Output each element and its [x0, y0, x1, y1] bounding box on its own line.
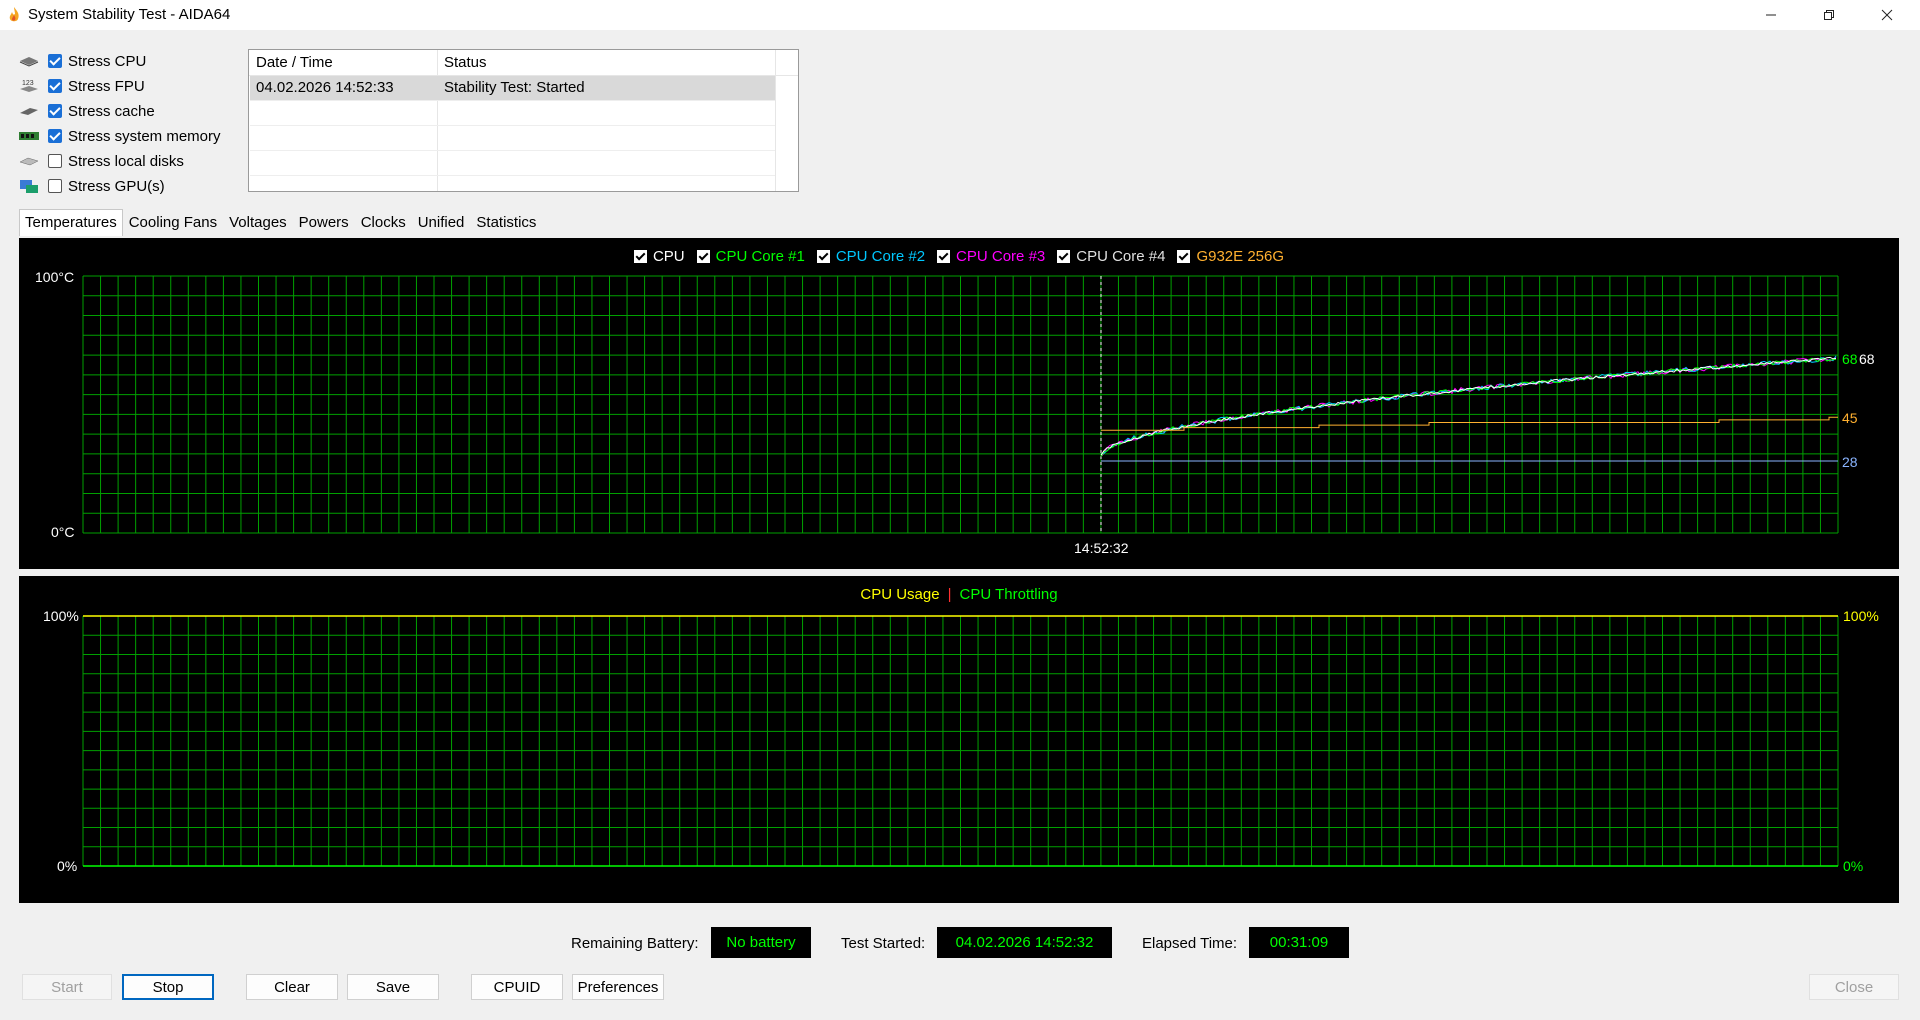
tab-clocks[interactable]: Clocks	[355, 209, 412, 236]
temperature-line	[1100, 356, 1837, 457]
minimize-button[interactable]	[1742, 0, 1800, 30]
temperature-plot: 100°C 0°C 14:52:32 68 68 45 28	[35, 269, 1875, 556]
stress-fpu-checkbox[interactable]	[48, 79, 62, 93]
close-window-button[interactable]	[1858, 0, 1916, 30]
minimize-icon	[1766, 14, 1776, 16]
column-header-status[interactable]: Status	[444, 54, 487, 71]
close-button[interactable]: Close	[1809, 974, 1899, 1000]
stress-gpu-label: Stress GPU(s)	[68, 177, 165, 195]
temperature-line	[1100, 356, 1837, 456]
start-button[interactable]: Start	[22, 974, 112, 1000]
title-bar: System Stability Test - AIDA64	[0, 0, 1920, 30]
end-label-core: 68	[1842, 351, 1858, 367]
tab-voltages[interactable]: Voltages	[223, 209, 293, 236]
restore-icon	[1824, 10, 1834, 20]
end-label-cpu: 68	[1859, 351, 1875, 367]
sensor-tabs: Temperatures Cooling Fans Voltages Power…	[19, 209, 542, 236]
save-button[interactable]: Save	[347, 974, 439, 1000]
stress-gpu-option[interactable]: Stress GPU(s)	[18, 175, 165, 197]
stress-cpu-label: Stress CPU	[68, 52, 147, 70]
log-status: Stability Test: Started	[444, 79, 585, 96]
elapsed-time-value: 00:31:09	[1249, 927, 1349, 958]
table-row	[250, 101, 775, 126]
fpu-icon: 123	[20, 80, 38, 92]
stress-fpu-option[interactable]: 123 Stress FPU	[18, 75, 145, 97]
end-label-min: 28	[1842, 454, 1858, 470]
stress-cache-checkbox[interactable]	[48, 104, 62, 118]
memory-icon	[19, 132, 39, 140]
elapsed-time-label: Elapsed Time:	[1142, 935, 1238, 952]
stress-cpu-option[interactable]: Stress CPU	[18, 50, 146, 72]
temperature-line	[1100, 357, 1837, 457]
tab-cooling-fans[interactable]: Cooling Fans	[123, 209, 223, 236]
status-log-table[interactable]: Date / Time Status 04.02.2026 14:52:33 S…	[248, 49, 799, 192]
y-axis-top-right: 100%	[1843, 608, 1879, 624]
stress-cache-option[interactable]: Stress cache	[18, 100, 155, 122]
y-axis-bottom-right: 0%	[1843, 858, 1863, 874]
stress-cache-label: Stress cache	[68, 102, 155, 120]
time-marker-label: 14:52:32	[1074, 540, 1129, 556]
test-started-label: Test Started:	[841, 935, 926, 952]
table-row	[250, 151, 775, 176]
tab-powers[interactable]: Powers	[293, 209, 355, 236]
table-row	[250, 126, 775, 151]
window-title: System Stability Test - AIDA64	[28, 6, 231, 23]
stress-memory-option[interactable]: Stress system memory	[18, 125, 221, 147]
temperature-line	[1100, 355, 1837, 455]
y-axis-bottom-left: 0%	[57, 858, 77, 874]
flame-icon	[9, 7, 19, 22]
log-datetime: 04.02.2026 14:52:33	[256, 79, 394, 96]
battery-label: Remaining Battery:	[571, 935, 699, 952]
cpu-usage-chart: CPU Usage | CPU Throttling 100% 0% 100% …	[19, 576, 1899, 903]
svg-text:123: 123	[22, 80, 34, 87]
cache-icon	[20, 108, 38, 115]
tab-statistics[interactable]: Statistics	[470, 209, 542, 236]
cpu-icon	[19, 57, 39, 67]
temperature-chart: CPU CPU Core #1 CPU Core #2 CPU Core #3 …	[19, 238, 1899, 569]
end-label-disk: 45	[1842, 410, 1858, 426]
test-started-value: 04.02.2026 14:52:32	[937, 927, 1112, 958]
stress-disks-label: Stress local disks	[68, 152, 184, 170]
y-axis-top-left: 100%	[43, 608, 79, 624]
stress-disks-option[interactable]: Stress local disks	[18, 150, 184, 172]
tab-temperatures[interactable]: Temperatures	[19, 209, 123, 236]
close-icon	[1881, 9, 1893, 21]
usage-grid	[82, 615, 1839, 867]
status-bar: Remaining Battery: No battery Test Start…	[0, 927, 1920, 959]
log-header: Date / Time Status	[249, 50, 798, 76]
column-divider	[775, 50, 776, 191]
temperature-grid	[82, 275, 1839, 534]
y-axis-top-label: 100°C	[35, 269, 74, 285]
gpu-icon	[20, 180, 38, 193]
stress-fpu-label: Stress FPU	[68, 77, 145, 95]
y-axis-bottom-label: 0°C	[51, 524, 75, 540]
stress-memory-label: Stress system memory	[68, 127, 221, 145]
clear-button[interactable]: Clear	[246, 974, 338, 1000]
stress-disks-checkbox[interactable]	[48, 154, 62, 168]
disk-icon	[19, 157, 39, 166]
table-row[interactable]: 04.02.2026 14:52:33 Stability Test: Star…	[250, 76, 775, 101]
stop-button[interactable]: Stop	[122, 974, 214, 1000]
column-header-datetime[interactable]: Date / Time	[256, 54, 333, 71]
tab-unified[interactable]: Unified	[412, 209, 471, 236]
stress-gpu-checkbox[interactable]	[48, 179, 62, 193]
restore-button[interactable]	[1800, 0, 1858, 30]
cpuid-button[interactable]: CPUID	[471, 974, 563, 1000]
stress-memory-checkbox[interactable]	[48, 129, 62, 143]
usage-plot: 100% 0% 100% 0%	[43, 608, 1879, 874]
stress-cpu-checkbox[interactable]	[48, 54, 62, 68]
preferences-button[interactable]: Preferences	[572, 974, 664, 1000]
battery-value: No battery	[711, 927, 811, 958]
